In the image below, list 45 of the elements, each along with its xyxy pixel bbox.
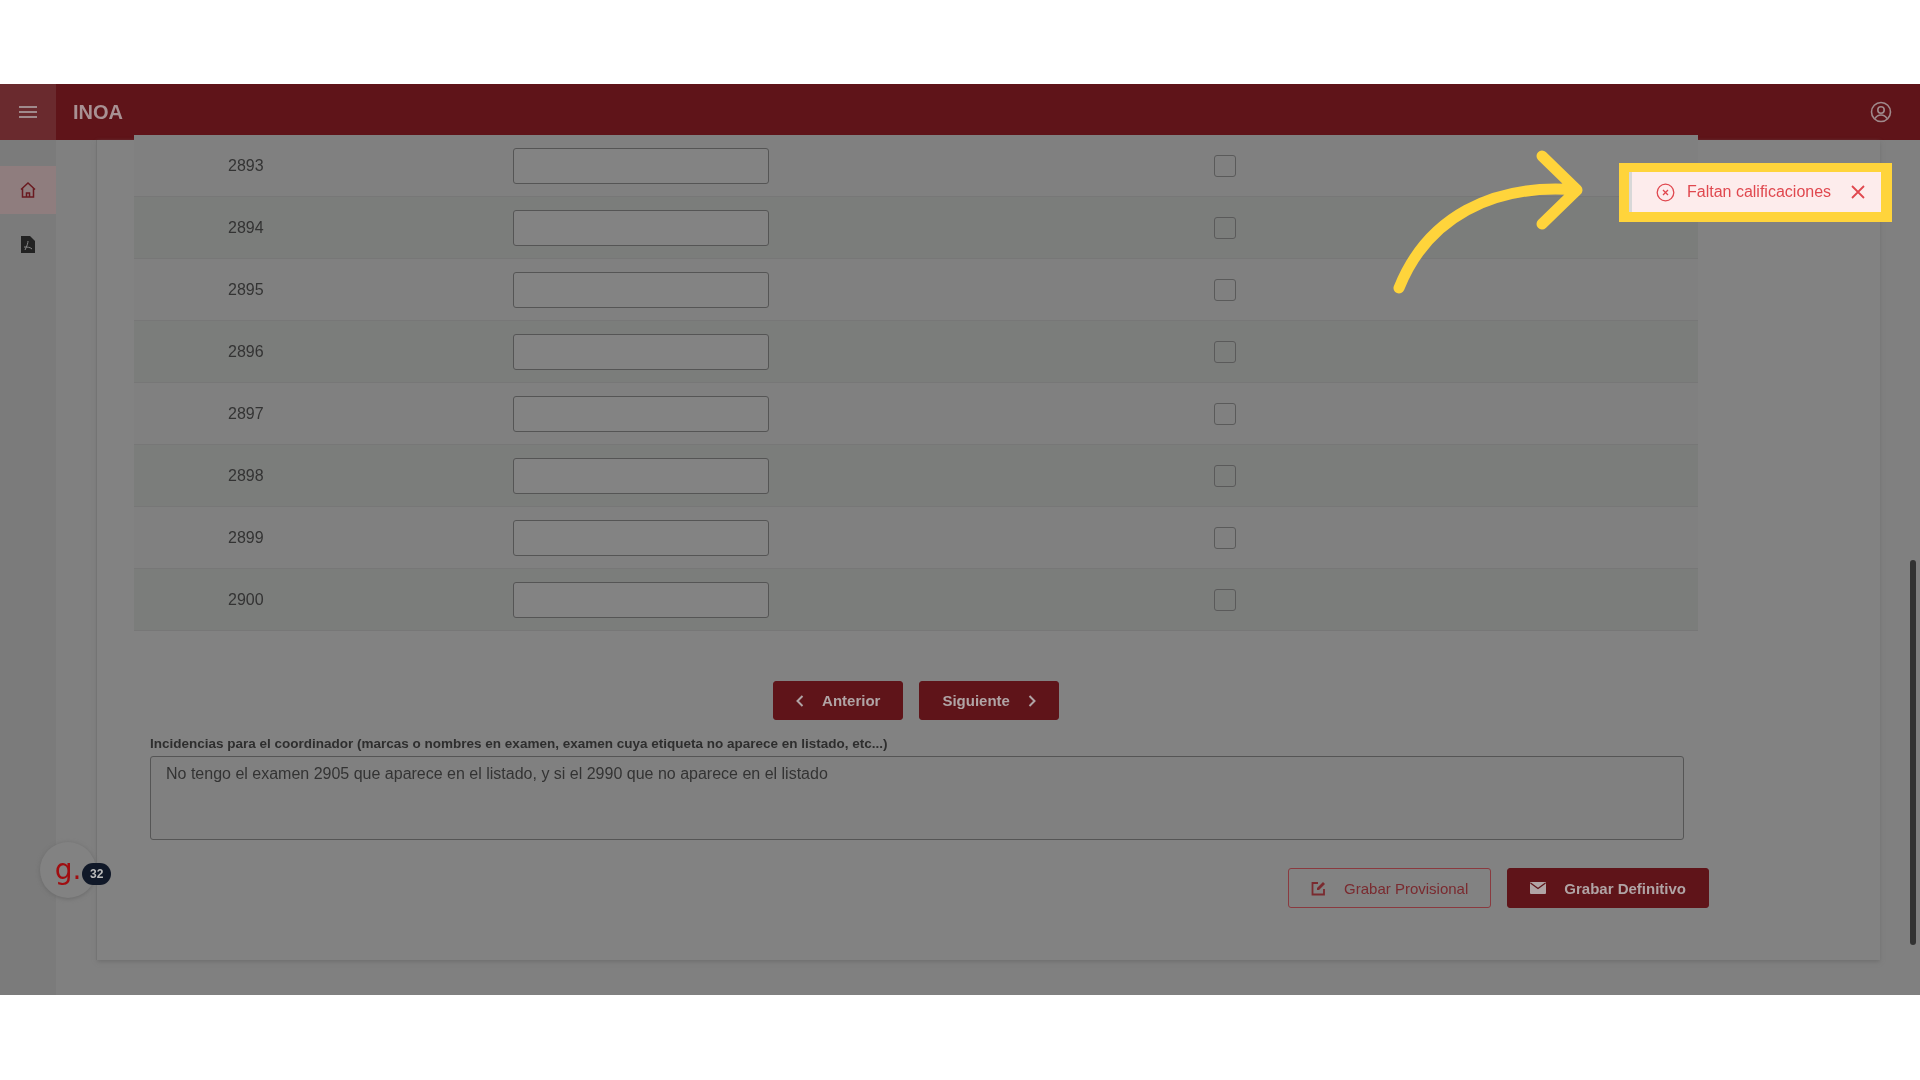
chevron-left-icon xyxy=(796,694,805,707)
checkbox[interactable] xyxy=(1214,402,1236,425)
app-title: INOA xyxy=(73,100,124,124)
grade-input[interactable] xyxy=(513,581,769,618)
exam-number: 2896 xyxy=(227,342,265,361)
grade-input[interactable] xyxy=(513,147,769,184)
widget-logo: g. xyxy=(54,856,82,884)
edit-icon xyxy=(1311,880,1327,896)
exam-number: 2893 xyxy=(227,156,265,175)
close-icon[interactable] xyxy=(1851,185,1866,199)
exam-number: 2899 xyxy=(227,528,265,547)
checkbox[interactable] xyxy=(1214,340,1236,363)
grade-input[interactable] xyxy=(513,209,769,246)
checkbox[interactable] xyxy=(1214,588,1236,611)
scrollbar-thumb[interactable] xyxy=(1910,560,1916,945)
menu-button[interactable] xyxy=(0,84,56,140)
checkbox[interactable] xyxy=(1214,464,1236,487)
checkbox[interactable] xyxy=(1214,278,1236,301)
grade-input[interactable] xyxy=(513,519,769,556)
menu-icon xyxy=(19,105,37,119)
incidents-field[interactable]: No tengo el examen 2905 que aparece en el listado, y si el 2990 que no aparece en el listado xyxy=(150,756,1684,840)
previous-button[interactable]: Anterior xyxy=(773,681,904,720)
chevron-right-icon xyxy=(1027,694,1036,707)
grade-input[interactable] xyxy=(513,395,769,432)
exam-number: 2900 xyxy=(227,590,265,609)
sidebar-item[interactable] xyxy=(0,166,56,214)
exam-number: 2897 xyxy=(227,404,265,423)
exam-number: 2895 xyxy=(227,280,265,299)
next-button[interactable]: Siguiente xyxy=(919,681,1059,720)
checkbox[interactable] xyxy=(1214,216,1236,239)
save-final-button[interactable]: Grabar Definitivo xyxy=(1507,868,1709,908)
toast-message: Faltan calificaciones xyxy=(1687,183,1832,201)
home-icon xyxy=(19,181,37,199)
pdf-file-icon xyxy=(21,235,35,253)
grade-input[interactable] xyxy=(513,333,769,370)
user-icon[interactable] xyxy=(1870,101,1892,123)
exam-number: 2898 xyxy=(227,466,265,485)
envelope-icon xyxy=(1530,882,1547,894)
checkbox[interactable] xyxy=(1214,154,1236,177)
grade-input[interactable] xyxy=(513,271,769,308)
checkbox[interactable] xyxy=(1214,526,1236,549)
error-icon xyxy=(1656,182,1675,202)
exam-number: 2894 xyxy=(227,218,265,237)
grade-input[interactable] xyxy=(513,457,769,494)
incidents-label: Incidencias para el coordinador (marcas o nombres en examen, examen cuya etiqueta no aparece en listado, etc...) xyxy=(150,736,889,751)
